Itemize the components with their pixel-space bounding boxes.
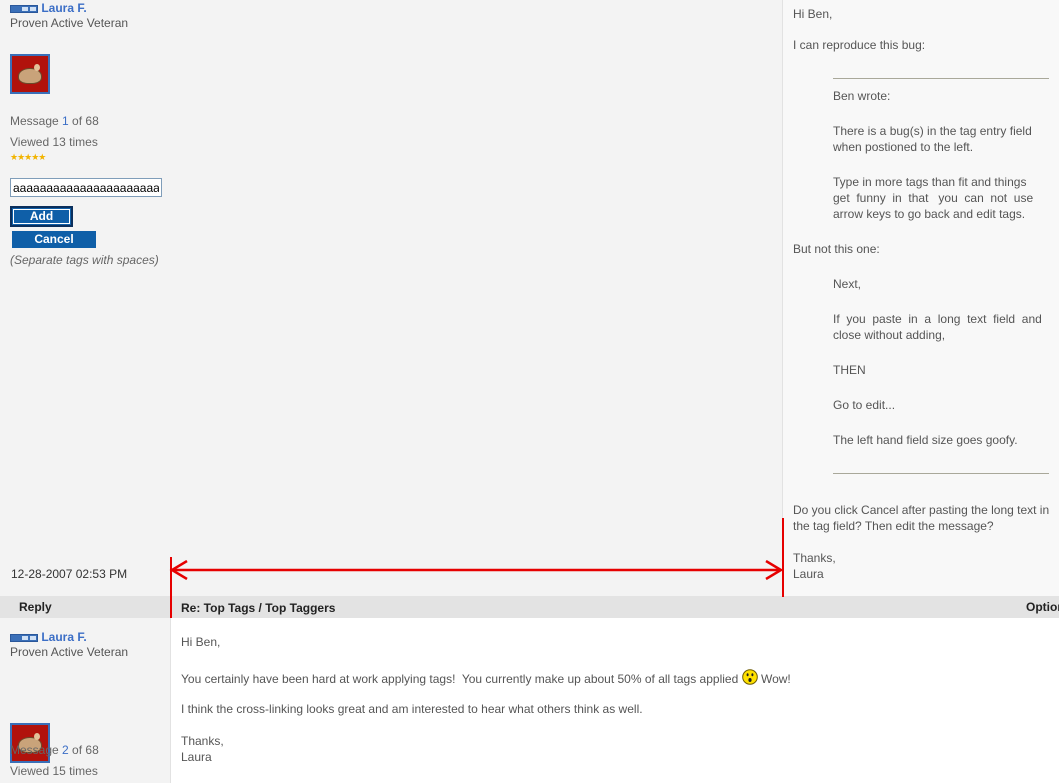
options-menu[interactable]: Options (1026, 600, 1059, 614)
view-count: Viewed 13 times (10, 135, 98, 149)
message-number-link[interactable]: 2 (62, 743, 69, 757)
body-signature: Laura (793, 567, 824, 581)
view-count: Viewed 15 times (10, 764, 98, 778)
quote-divider-top (833, 78, 1049, 79)
author-link[interactable]: Laura F. (41, 1, 86, 15)
body-text: You certainly have been hard at work app… (181, 669, 791, 687)
quote-text: Next, (833, 277, 862, 291)
body-text-segment: You certainly have been hard at work app… (181, 672, 739, 686)
post1-author-row: Laura F. (10, 1, 87, 15)
rank-icon (10, 4, 38, 13)
body-text-segment: Wow! (760, 672, 791, 686)
post-subject: Re: Top Tags / Top Taggers (181, 601, 336, 615)
tag-input[interactable] (10, 178, 162, 197)
quote-text: when postioned to the left. (833, 140, 974, 154)
message-count: Message 2 of 68 (10, 743, 99, 757)
armadillo-ear-icon (34, 64, 40, 71)
rank-title: Proven Active Veteran (10, 645, 129, 659)
body-greeting: Hi Ben, (181, 635, 221, 649)
post-date: 12-28-2007 02:53 PM (11, 567, 128, 581)
message-number-link[interactable]: 1 (62, 114, 69, 128)
body-text: I think the cross-linking looks great an… (181, 702, 643, 716)
rank-icon (10, 633, 38, 642)
body-thanks: Thanks, (181, 734, 224, 748)
quote-text: Type in more tags than fit and things (833, 175, 1027, 189)
add-tag-button[interactable]: Add (10, 206, 73, 227)
annotation-right-marker (782, 518, 784, 597)
body-thanks: Thanks, (793, 551, 836, 565)
quote-text: There is a bug(s) in the tag entry field (833, 124, 1032, 138)
message-count-prefix: Message (10, 743, 63, 757)
avatar[interactable] (10, 54, 50, 94)
quote-divider-bottom (833, 473, 1049, 474)
body-text: Do you click Cancel after pasting the lo… (793, 503, 1050, 517)
body-signature: Laura (181, 750, 212, 764)
quote-text: THEN (833, 363, 866, 377)
body-question: Do you click Cancel after pasting the lo… (793, 502, 1059, 542)
tag-hint: (Separate tags with spaces) (10, 253, 159, 267)
quote-text: The left hand field size goes goofy. (833, 433, 1018, 447)
message-count-suffix: of 68 (68, 743, 99, 757)
body-text: But not this one: (793, 242, 880, 256)
quote-text: arrow keys to go back and edit tags. (833, 207, 1026, 221)
body-text: the tag field? Then edit the message? (793, 519, 994, 533)
message-count-prefix: Message (10, 114, 63, 128)
annotation-arrow (169, 560, 784, 580)
armadillo-ear-icon (34, 733, 40, 740)
reply-link[interactable]: Reply (19, 600, 52, 614)
message-count-suffix: of 68 (68, 114, 99, 128)
author-link[interactable]: Laura F. (41, 630, 86, 644)
quote-text: close without adding, (833, 328, 946, 342)
body-intro: I can reproduce this bug: (793, 38, 926, 52)
message-count: Message 1 of 68 (10, 114, 99, 128)
quote-text: Go to edit... (833, 398, 896, 412)
surprised-smiley-icon (741, 669, 758, 685)
quote-text: get funny in that you can not use (833, 191, 1034, 205)
reply-bar (0, 596, 1059, 618)
rating-stars[interactable]: ★★★★★ (10, 152, 46, 163)
quote-header: Ben wrote: (833, 89, 891, 103)
quote-text: If you paste in a long text field and (833, 312, 1042, 326)
body-greeting: Hi Ben, (793, 7, 833, 21)
options-clip: Options (1026, 596, 1059, 618)
rank-title: Proven Active Veteran (10, 16, 129, 30)
cancel-tag-button[interactable]: Cancel (12, 231, 96, 248)
post1-author-panel (0, 0, 782, 596)
post2-author-row: Laura F. (10, 630, 87, 644)
